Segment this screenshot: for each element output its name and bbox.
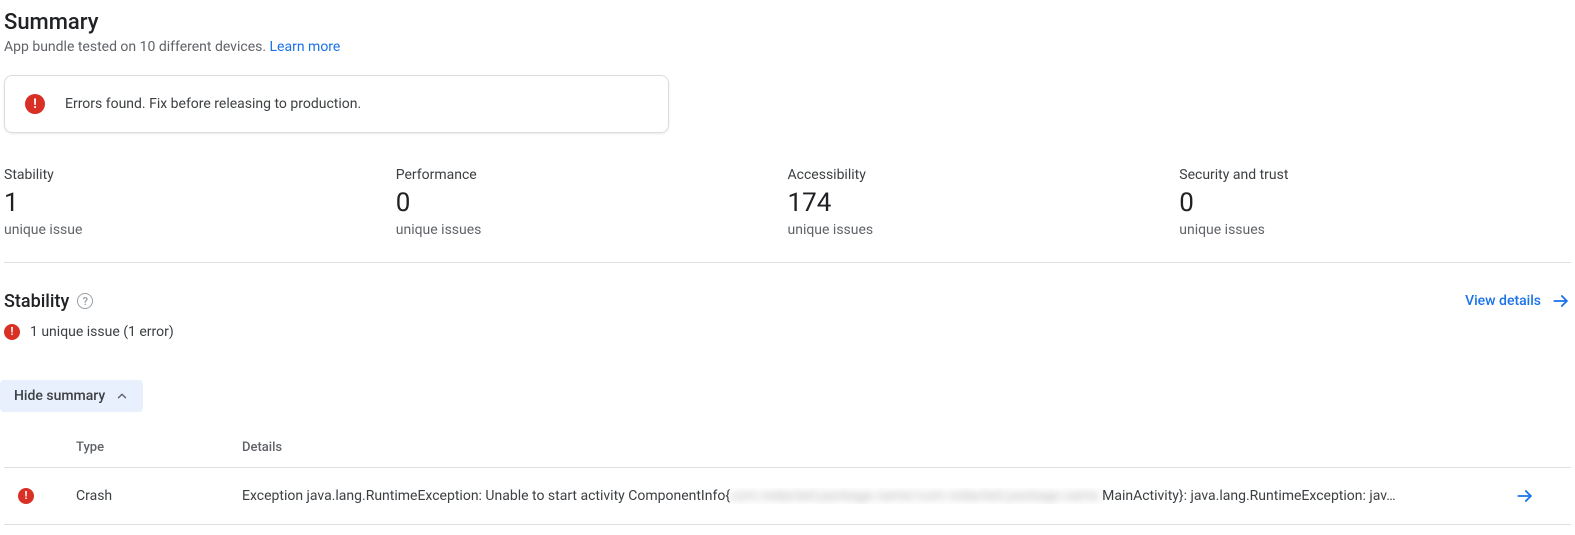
chevron-up-icon [115,389,129,403]
hide-summary-label: Hide summary [14,388,105,404]
metric-label: Stability [4,167,396,183]
metric-label: Security and trust [1179,167,1571,183]
arrow-right-icon[interactable] [1515,486,1535,506]
view-details-label: View details [1465,293,1541,309]
metric-sub: unique issues [1179,222,1571,238]
metric-accessibility[interactable]: Accessibility 174 unique issues [788,167,1180,238]
col-icon-header [4,430,76,468]
stability-section-header: Stability ? View details [4,291,1571,312]
learn-more-link[interactable]: Learn more [270,39,341,55]
help-icon[interactable]: ? [77,293,93,309]
error-icon: ! [25,94,45,114]
metric-label: Accessibility [788,167,1180,183]
error-icon: ! [4,324,20,340]
col-type-header: Type [76,430,242,468]
details-redacted: com.redacted.package.name/com.redacted.p… [730,488,1102,504]
page-subtitle: App bundle tested on 10 different device… [4,39,1571,55]
hide-summary-button[interactable]: Hide summary [0,380,143,412]
error-icon: ! [18,488,34,504]
metric-stability[interactable]: Stability 1 unique issue [4,167,396,238]
issue-details: Exception java.lang.RuntimeException: Un… [242,467,1515,524]
table-row[interactable]: ! Crash Exception java.lang.RuntimeExcep… [4,467,1571,524]
stability-title: Stability [4,291,69,312]
details-post: MainActivity}: java.lang.RuntimeExceptio… [1102,488,1396,504]
stability-issue-summary: ! 1 unique issue (1 error) [4,324,1571,340]
col-details-header: Details [242,430,1515,468]
subtitle-text: App bundle tested on 10 different device… [4,39,270,55]
metrics-row: Stability 1 unique issue Performance 0 u… [4,167,1571,238]
alert-message: Errors found. Fix before releasing to pr… [65,96,361,112]
metric-sub: unique issues [788,222,1180,238]
page-title: Summary [4,10,1571,35]
view-details-link[interactable]: View details [1465,291,1571,311]
metric-security[interactable]: Security and trust 0 unique issues [1179,167,1571,238]
metric-value: 0 [1179,189,1571,218]
issue-summary-text: 1 unique issue (1 error) [30,324,174,340]
metric-sub: unique issues [396,222,788,238]
col-arrow-header [1515,430,1571,468]
issues-table: Type Details ! Crash Exception java.lang… [4,430,1571,525]
metric-value: 174 [788,189,1180,218]
metric-value: 0 [396,189,788,218]
details-pre: Exception java.lang.RuntimeException: Un… [242,488,730,504]
metric-label: Performance [396,167,788,183]
issue-type: Crash [76,467,242,524]
metric-sub: unique issue [4,222,396,238]
arrow-right-icon [1551,291,1571,311]
alert-card: ! Errors found. Fix before releasing to … [4,75,669,133]
divider [4,262,1571,263]
metric-value: 1 [4,189,396,218]
metric-performance[interactable]: Performance 0 unique issues [396,167,788,238]
